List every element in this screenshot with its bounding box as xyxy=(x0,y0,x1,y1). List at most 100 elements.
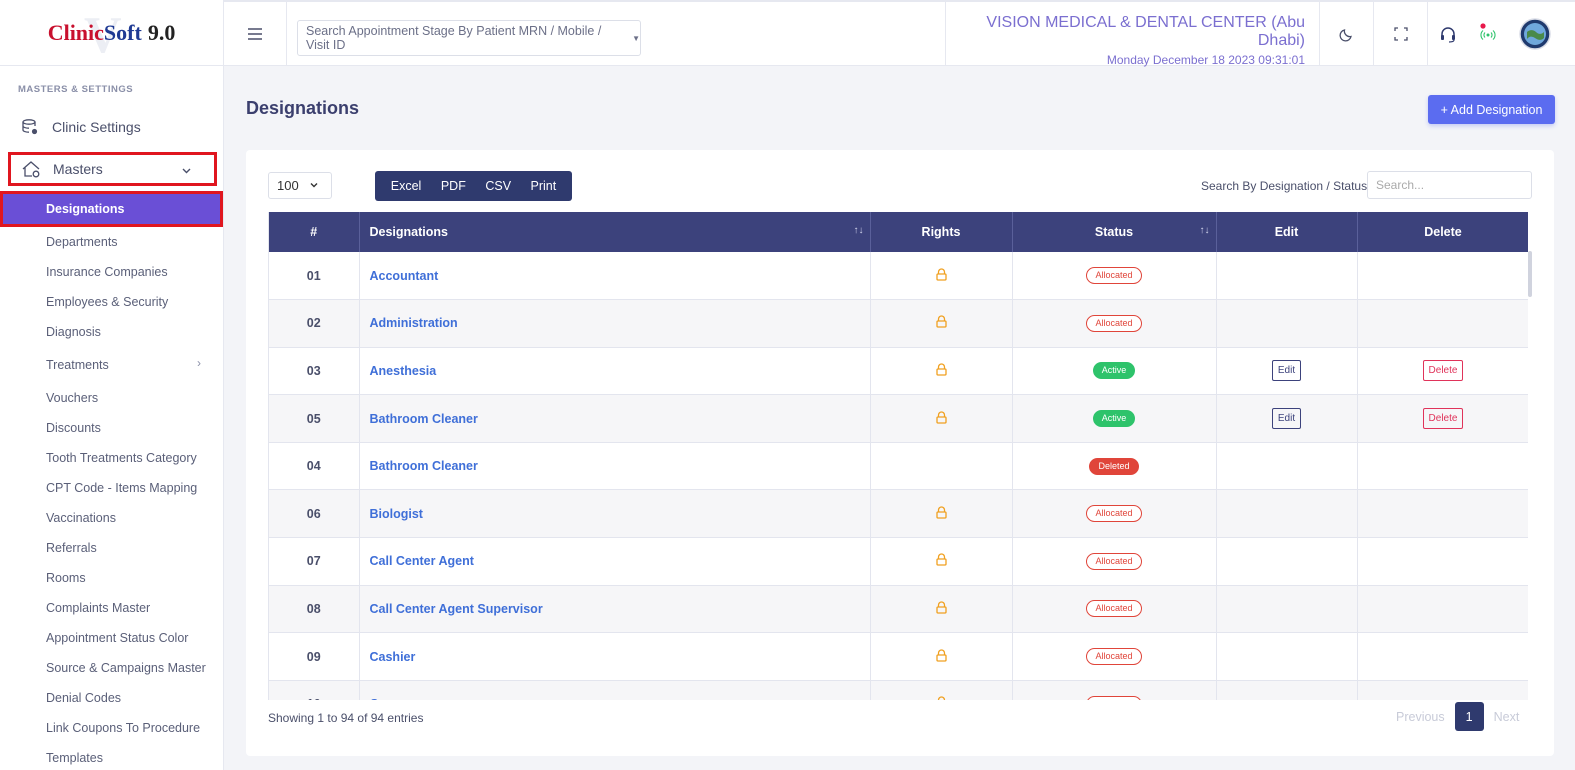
edit-button[interactable]: Edit xyxy=(1271,360,1302,382)
designation-link[interactable]: Call Center Agent Supervisor xyxy=(359,585,871,634)
designation-link[interactable]: Biologist xyxy=(359,489,871,539)
designation-link[interactable]: Anesthesia xyxy=(359,347,871,396)
status-cell: Allocated xyxy=(1012,680,1217,700)
export-print-button[interactable]: Print xyxy=(531,179,557,193)
column-header-status[interactable]: Status ↑↓ xyxy=(1012,212,1217,252)
status-badge: Deleted xyxy=(1089,457,1139,475)
row-number: 06 xyxy=(269,489,360,539)
lock-icon[interactable] xyxy=(935,601,948,617)
clinic-name: VISION MEDICAL & DENTAL CENTER (Abu Dhab… xyxy=(986,14,1305,49)
avatar[interactable] xyxy=(1512,2,1558,66)
status-badge: Allocated xyxy=(1086,648,1142,666)
sort-icon[interactable]: ↑↓ xyxy=(854,225,864,236)
status-cell: Allocated xyxy=(1012,252,1217,301)
status-cell: Allocated xyxy=(1012,489,1217,539)
chevron-down-icon xyxy=(309,178,319,193)
row-number: 09 xyxy=(269,632,360,681)
menu-masters[interactable]: Masters xyxy=(8,152,217,186)
status-badge: Allocated xyxy=(1086,552,1142,570)
column-header-edit: Edit xyxy=(1216,212,1358,252)
sidebar-item-rooms[interactable]: Rooms xyxy=(0,563,223,593)
delete-cell: Delete xyxy=(1357,347,1528,396)
export-csv-button[interactable]: CSV xyxy=(485,179,511,193)
pagination-next[interactable]: Next xyxy=(1494,710,1520,724)
rights-cell xyxy=(870,680,1013,700)
edit-cell xyxy=(1216,537,1358,586)
export-excel-button[interactable]: Excel xyxy=(391,179,422,193)
hamburger-menu-icon[interactable] xyxy=(224,2,287,66)
column-header-number[interactable]: # xyxy=(269,212,360,252)
sidebar-item-employees-security[interactable]: Employees & Security xyxy=(0,287,223,317)
designation-link[interactable]: Accountant xyxy=(359,252,871,301)
lock-icon[interactable] xyxy=(935,267,948,284)
delete-cell xyxy=(1357,585,1528,634)
designation-link[interactable]: Cashier xyxy=(359,632,871,681)
sidebar-item-source-campaigns-master[interactable]: Source & Campaigns Master xyxy=(0,653,223,683)
status-badge: Allocated xyxy=(1086,600,1142,618)
sidebar-item-templates[interactable]: Templates xyxy=(0,743,223,770)
table-row: 03 Anesthesia Active Edit Delete xyxy=(269,347,1528,396)
column-header-designations[interactable]: Designations ↑↓ xyxy=(359,212,871,252)
add-designation-button[interactable]: + Add Designation xyxy=(1428,95,1555,124)
showing-entries: Showing 1 to 94 of 94 entries xyxy=(268,711,424,725)
edit-button[interactable]: Edit xyxy=(1271,408,1302,430)
sidebar-item-denial-codes[interactable]: Denial Codes xyxy=(0,683,223,713)
lock-icon[interactable] xyxy=(935,506,948,522)
edit-cell: Edit xyxy=(1216,347,1358,396)
sidebar-item-link-coupons[interactable]: Link Coupons To Procedure xyxy=(0,713,223,743)
sort-icon[interactable]: ↑↓ xyxy=(1200,225,1210,236)
delete-button[interactable]: Delete xyxy=(1422,360,1464,382)
pagination-previous[interactable]: Previous xyxy=(1396,710,1445,724)
sidebar-item-diagnosis[interactable]: Diagnosis xyxy=(0,317,223,347)
fullscreen-icon[interactable] xyxy=(1374,2,1428,66)
edit-cell xyxy=(1216,585,1358,634)
caret-down-icon: ▼ xyxy=(632,33,640,43)
designation-link[interactable]: Call Center Agent xyxy=(359,537,871,586)
lock-icon[interactable] xyxy=(935,315,948,331)
designations-card: 100 Excel PDF CSV Print Search By Design… xyxy=(246,150,1554,756)
sidebar-item-vouchers[interactable]: Vouchers xyxy=(0,383,223,413)
edit-cell xyxy=(1216,680,1358,700)
export-pdf-button[interactable]: PDF xyxy=(441,179,466,193)
status-badge: Allocated xyxy=(1086,505,1142,523)
delete-cell xyxy=(1357,442,1528,491)
sidebar-item-complaints-master[interactable]: Complaints Master xyxy=(0,593,223,623)
logo[interactable]: V ClinicSoft 9.0 xyxy=(0,0,223,66)
designation-link[interactable]: Bathroom Cleaner xyxy=(359,394,871,443)
lock-icon[interactable] xyxy=(935,411,948,427)
sidebar-item-cpt-code-mapping[interactable]: CPT Code - Items Mapping xyxy=(0,473,223,503)
table-scrollbar[interactable] xyxy=(1528,251,1532,297)
database-settings-icon xyxy=(20,117,40,137)
sidebar-item-departments[interactable]: Departments xyxy=(0,227,223,257)
sidebar-item-designations[interactable]: Designations xyxy=(0,191,223,227)
headset-icon[interactable] xyxy=(1428,2,1468,66)
appointment-search-select[interactable]: Search Appointment Stage By Patient MRN … xyxy=(297,20,641,56)
sidebar-item-treatments[interactable]: Treatments › xyxy=(0,347,223,383)
lock-icon[interactable] xyxy=(935,363,948,379)
sidebar-item-vaccinations[interactable]: Vaccinations xyxy=(0,503,223,533)
rights-cell xyxy=(870,299,1013,348)
status-cell: Deleted xyxy=(1012,442,1217,491)
sidebar-item-appointment-status-color[interactable]: Appointment Status Color xyxy=(0,623,223,653)
sidebar-item-referrals[interactable]: Referrals xyxy=(0,533,223,563)
table-search-input[interactable]: Search... xyxy=(1367,171,1532,199)
page-size-select[interactable]: 100 xyxy=(268,172,332,199)
lock-icon[interactable] xyxy=(935,696,948,700)
lock-icon[interactable] xyxy=(935,553,948,569)
sidebar-item-insurance-companies[interactable]: Insurance Companies xyxy=(0,257,223,287)
designation-link[interactable]: Administration xyxy=(359,299,871,348)
designation-link[interactable]: Ceo xyxy=(359,680,871,700)
pagination-page[interactable]: 1 xyxy=(1454,702,1484,731)
menu-clinic-settings[interactable]: Clinic Settings xyxy=(0,108,223,146)
broadcast-icon[interactable] xyxy=(1468,2,1508,66)
sidebar-item-tooth-treatments-category[interactable]: Tooth Treatments Category xyxy=(0,443,223,473)
status-badge: Allocated xyxy=(1086,267,1142,285)
designation-link[interactable]: Bathroom Cleaner xyxy=(359,442,871,491)
sidebar-item-discounts[interactable]: Discounts xyxy=(0,413,223,443)
rights-cell xyxy=(870,632,1013,681)
moon-icon[interactable] xyxy=(1320,2,1374,66)
rights-cell xyxy=(870,585,1013,634)
lock-icon[interactable] xyxy=(935,648,948,665)
delete-button[interactable]: Delete xyxy=(1422,408,1464,430)
chevron-down-icon xyxy=(181,163,192,179)
